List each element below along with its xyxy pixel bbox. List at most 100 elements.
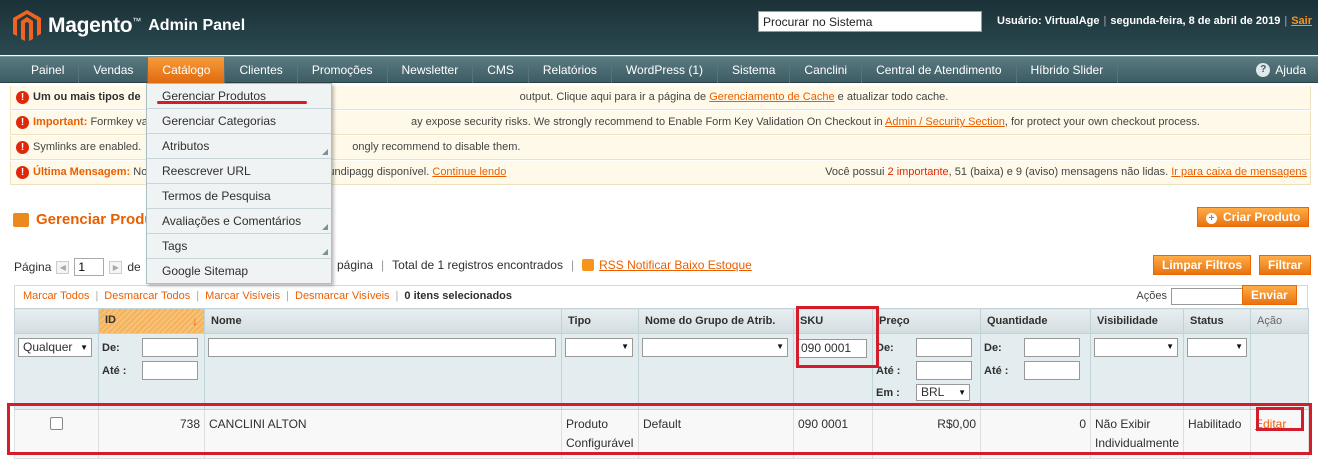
nav-relatorios[interactable]: Relatórios — [529, 56, 612, 83]
row-checkbox[interactable] — [50, 417, 63, 430]
header-attribute-set[interactable]: Nome do Grupo de Atrib. — [638, 308, 794, 334]
qty-to-input[interactable] — [1024, 361, 1080, 380]
range-row: De: — [102, 338, 201, 357]
nav-cms[interactable]: CMS — [473, 56, 529, 83]
nav-vendas[interactable]: Vendas — [79, 56, 149, 83]
currency-select[interactable]: BRL — [916, 384, 970, 401]
menu-atributos[interactable]: Atributos — [147, 134, 331, 159]
header-status[interactable]: Status — [1183, 308, 1251, 334]
error-icon: ! — [16, 141, 29, 154]
header-quantity[interactable]: Quantidade — [980, 308, 1091, 334]
prev-page-icon[interactable]: ◀ — [56, 260, 70, 274]
menu-gerenciar-produtos[interactable]: Gerenciar Produtos — [147, 84, 331, 109]
id-from-input[interactable] — [142, 338, 198, 357]
menu-tags[interactable]: Tags — [147, 234, 331, 259]
submenu-arrow-icon — [322, 149, 328, 155]
header-id[interactable]: ID ↓ — [98, 308, 205, 334]
edit-link[interactable]: Editar — [1255, 417, 1286, 431]
qty-from-input[interactable] — [1024, 338, 1080, 357]
menu-termos-pesquisa[interactable]: Termos de Pesquisa — [147, 184, 331, 209]
reset-filter-button[interactable]: Limpar Filtros — [1153, 255, 1252, 275]
header-name[interactable]: Nome — [204, 308, 562, 334]
range-row: Até : — [876, 361, 977, 380]
filter-type — [561, 333, 639, 410]
magento-logo-icon — [13, 10, 41, 41]
global-search-input[interactable] — [758, 11, 982, 32]
filter-row: Qualquer De: Até : 090 0001 De: Até : Em… — [14, 333, 1309, 410]
menu-reescrever-url[interactable]: Reescrever URL — [147, 159, 331, 184]
visibility-filter-select[interactable] — [1094, 338, 1178, 357]
cell-price: R$0,00 — [872, 409, 981, 459]
menu-gerenciar-categorias[interactable]: Gerenciar Categorias — [147, 109, 331, 134]
cache-management-link[interactable]: Gerenciamento de Cache — [709, 91, 834, 103]
nav-newsletter[interactable]: Newsletter — [388, 56, 474, 83]
separator: | — [381, 258, 385, 272]
help-label: Ajuda — [1275, 63, 1306, 77]
continue-reading-link[interactable]: Continue lendo — [432, 166, 506, 178]
nav-canclini[interactable]: Canclini — [790, 56, 863, 83]
menu-avaliacoes[interactable]: Avaliações e Comentários — [147, 209, 331, 234]
inbox-link[interactable]: Ir para caixa de mensagens — [1171, 166, 1307, 178]
message-bold: Última Mensagem: — [33, 166, 131, 178]
nav-clientes[interactable]: Clientes — [225, 56, 298, 83]
nav-catalogo[interactable]: Catálogo — [148, 56, 226, 83]
type-filter-select[interactable] — [565, 338, 633, 357]
page-number-input[interactable] — [74, 258, 105, 276]
error-icon: ! — [16, 91, 29, 104]
to-label: Até : — [984, 364, 1009, 377]
sku-filter-input[interactable]: 090 0001 — [797, 339, 867, 358]
table-row[interactable]: 738 CANCLINI ALTON Produto Configurável … — [14, 409, 1309, 459]
cell-name: CANCLINI ALTON — [204, 409, 562, 459]
cell-quantity: 0 — [980, 409, 1091, 459]
select-visible-link[interactable]: Marcar Visíveis — [205, 290, 280, 302]
rss-low-stock-link[interactable]: RSS Notificar Baixo Estoque — [599, 258, 752, 272]
nav-painel[interactable]: Painel — [0, 56, 80, 83]
menu-google-sitemap[interactable]: Google Sitemap — [147, 259, 331, 284]
attribute-set-filter-select[interactable] — [642, 338, 788, 357]
cell-sku: 090 0001 — [793, 409, 873, 459]
unread-summary: Você possui 2 importante, 51 (baixa) e 9… — [825, 161, 1307, 184]
price-from-input[interactable] — [916, 338, 972, 357]
massaction-filter-select[interactable]: Qualquer — [18, 338, 92, 357]
logo-text: Magento — [48, 14, 133, 37]
next-page-icon[interactable]: ▶ — [109, 260, 123, 274]
submenu-arrow-icon — [322, 224, 328, 230]
nav-wordpress[interactable]: WordPress (1) — [612, 56, 719, 83]
important-count: 2 importante — [887, 166, 949, 178]
price-to-input[interactable] — [916, 361, 972, 380]
admin-header: Magento ™ Admin Panel Usuário: VirtualAg… — [0, 0, 1318, 55]
nav-hibrido-slider[interactable]: Híbrido Slider — [1017, 56, 1119, 83]
message-text: Você possui — [825, 166, 885, 178]
pager-of: de — [127, 260, 141, 274]
submit-massaction-button[interactable]: Enviar — [1242, 285, 1297, 305]
create-product-button[interactable]: + Criar Produto — [1197, 207, 1310, 227]
magento-logo[interactable]: Magento ™ Admin Panel — [12, 9, 245, 43]
nav-sistema[interactable]: Sistema — [718, 56, 791, 83]
pager: Página ◀ ▶ de — [14, 258, 141, 276]
products-grid: ID ↓ Nome Tipo Nome do Grupo de Atrib. SK… — [14, 308, 1309, 459]
header-price[interactable]: Preço — [872, 308, 981, 334]
header-type[interactable]: Tipo — [561, 308, 639, 334]
logout-link[interactable]: Sair — [1291, 15, 1312, 27]
header-visibility[interactable]: Visibilidade — [1090, 308, 1184, 334]
message-text: e atualizar todo cache. — [837, 91, 949, 103]
select-all-link[interactable]: Marcar Todos — [23, 290, 89, 302]
range-row: Até : — [984, 361, 1087, 380]
separator: | — [1284, 15, 1288, 27]
error-icon: ! — [16, 166, 29, 179]
nav-promocoes[interactable]: Promoções — [298, 56, 388, 83]
in-label: Em : — [876, 386, 900, 399]
status-filter-select[interactable] — [1187, 338, 1247, 357]
id-to-input[interactable] — [142, 361, 198, 380]
nav-central-atendimento[interactable]: Central de Atendimento — [862, 56, 1017, 83]
unselect-all-link[interactable]: Desmarcar Todos — [104, 290, 190, 302]
header-sku[interactable]: SKU — [793, 308, 873, 334]
page-title: Gerenciar Produ — [13, 211, 154, 228]
name-filter-input[interactable] — [208, 338, 556, 357]
help-link[interactable]: ? Ajuda — [1256, 57, 1306, 83]
submenu-arrow-icon — [322, 249, 328, 255]
unselect-visible-link[interactable]: Desmarcar Visíveis — [295, 290, 390, 302]
message-text: undipagg disponível. — [328, 166, 430, 178]
search-button[interactable]: Filtrar — [1259, 255, 1312, 275]
security-section-link[interactable]: Admin / Security Section — [885, 116, 1005, 128]
